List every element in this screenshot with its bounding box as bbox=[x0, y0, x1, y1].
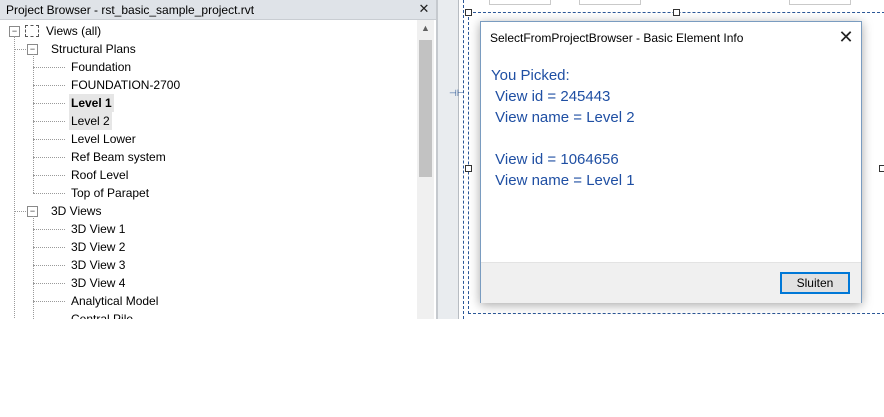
message-line: View name = Level 2 bbox=[491, 109, 635, 126]
tree-item[interactable]: 3D View 3 bbox=[71, 256, 125, 274]
tree-connector bbox=[33, 85, 65, 86]
close-icon[interactable]: ✕ bbox=[416, 1, 432, 17]
tree-connector bbox=[33, 67, 65, 68]
dialog-footer: Sluiten bbox=[481, 262, 861, 303]
tree-connector bbox=[33, 247, 65, 248]
tree-connector bbox=[33, 283, 65, 284]
tree-item[interactable]: Central Pile bbox=[71, 310, 133, 319]
message-line: View id = 245443 bbox=[491, 88, 611, 105]
basic-element-info-dialog: SelectFromProjectBrowser - Basic Element… bbox=[480, 21, 862, 303]
tree-connector bbox=[33, 54, 34, 193]
dialog-title: SelectFromProjectBrowser - Basic Element… bbox=[490, 31, 744, 45]
message-line: View id = 1064656 bbox=[491, 151, 619, 168]
tree-group-label[interactable]: Structural Plans bbox=[51, 40, 136, 58]
tree-item[interactable]: Level 2 bbox=[69, 112, 112, 130]
crop-grip[interactable] bbox=[879, 165, 884, 172]
tree-item[interactable]: Ref Beam system bbox=[71, 148, 166, 166]
crop-grip[interactable] bbox=[465, 165, 472, 172]
tree-item[interactable]: Foundation bbox=[71, 58, 131, 76]
close-button[interactable]: Sluiten bbox=[780, 272, 850, 294]
tree-connector bbox=[33, 193, 65, 194]
tree-connector bbox=[33, 229, 65, 230]
tree-connector bbox=[33, 216, 34, 319]
panel-gap bbox=[438, 0, 458, 319]
message-line bbox=[491, 128, 851, 149]
vertical-scrollbar[interactable]: ▲ bbox=[417, 20, 434, 319]
views-icon bbox=[25, 25, 39, 37]
tree-item[interactable]: Top of Parapet bbox=[71, 184, 149, 202]
project-browser-tree: − Views (all) − Structural Plans Foundation F… bbox=[0, 20, 417, 319]
scroll-up-icon[interactable]: ▲ bbox=[417, 20, 434, 37]
tree-item[interactable]: 3D View 2 bbox=[71, 238, 125, 256]
tree-group-label[interactable]: 3D Views bbox=[51, 202, 101, 220]
tree-item[interactable]: 3D View 4 bbox=[71, 274, 125, 292]
tree-connector bbox=[14, 49, 26, 50]
tree-item[interactable]: FOUNDATION-2700 bbox=[71, 76, 180, 94]
break-marker-icon: ⊣⊢ bbox=[449, 88, 465, 98]
project-browser-titlebar: Project Browser - rst_basic_sample_proje… bbox=[0, 0, 438, 20]
tree-connector bbox=[33, 175, 65, 176]
tree-item[interactable]: 3D View 1 bbox=[71, 220, 125, 238]
tree-connector bbox=[14, 211, 26, 212]
tree-item-views-all[interactable]: Views (all) bbox=[46, 22, 101, 40]
close-icon[interactable]: ✕ bbox=[835, 26, 857, 48]
tree-connector bbox=[33, 103, 65, 104]
tree-connector bbox=[14, 36, 15, 319]
message-line: View name = Level 1 bbox=[491, 172, 635, 189]
tree-connector bbox=[33, 139, 65, 140]
tree-connector bbox=[33, 301, 65, 302]
crop-grip[interactable] bbox=[673, 9, 680, 16]
tree-item[interactable]: Level 1 bbox=[69, 94, 114, 112]
tree-item[interactable]: Level Lower bbox=[71, 130, 136, 148]
tree-item[interactable]: Analytical Model bbox=[71, 292, 158, 310]
tree-connector bbox=[33, 121, 65, 122]
scrollbar-thumb[interactable] bbox=[419, 40, 432, 177]
project-browser-panel: Project Browser - rst_basic_sample_proje… bbox=[0, 0, 438, 319]
tree-connector bbox=[33, 265, 65, 266]
tree-connector bbox=[33, 157, 65, 158]
dialog-message: You Picked: View id = 245443 View name =… bbox=[491, 65, 851, 191]
project-browser-title: Project Browser - rst_basic_sample_proje… bbox=[6, 3, 255, 17]
crop-grip[interactable] bbox=[465, 9, 472, 16]
tree-item[interactable]: Roof Level bbox=[71, 166, 128, 184]
message-line: You Picked: bbox=[491, 67, 570, 84]
